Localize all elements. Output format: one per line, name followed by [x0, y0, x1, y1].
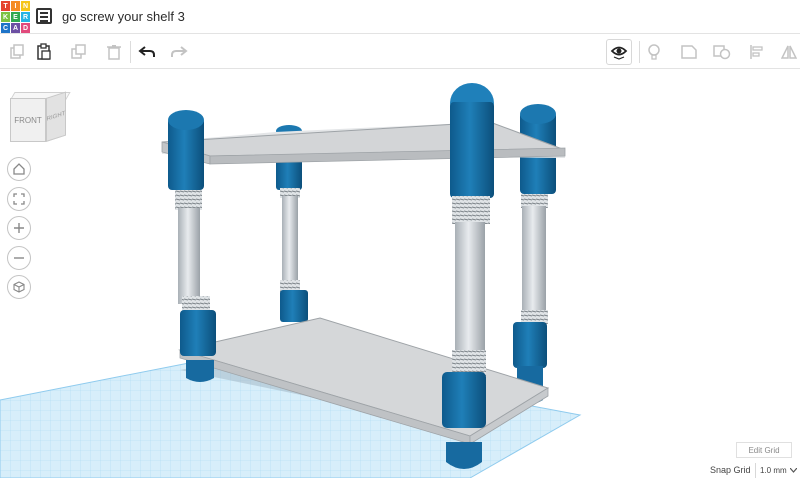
toolbar-separator [639, 41, 640, 63]
zoom-in-button[interactable] [7, 216, 31, 240]
align-icon[interactable] [744, 39, 770, 65]
title-bar: TIN KER CAD go screw your shelf 3 [0, 0, 800, 34]
view-cube[interactable]: FRONT RIGHT [8, 90, 71, 150]
snap-grid-value: 1.0 mm [760, 466, 787, 475]
design-list-icon[interactable] [36, 8, 52, 24]
logo-letter: T [1, 1, 10, 11]
logo-letter: E [11, 12, 20, 22]
light-icon[interactable] [641, 39, 667, 65]
top-shelf[interactable] [161, 121, 566, 165]
logo-letter: I [11, 1, 20, 11]
paste-icon[interactable] [31, 39, 57, 65]
shape-icon[interactable] [676, 39, 702, 65]
workplane-viewport[interactable]: FRONT RIGHT Edit Grid Snap Grid 1.0 mm [0, 70, 800, 478]
zoom-out-button[interactable] [7, 246, 31, 270]
zoom-out-icon [14, 257, 24, 259]
fit-view-button[interactable] [7, 187, 31, 211]
logo-letter: K [1, 12, 10, 22]
home-icon [13, 163, 25, 175]
tinkercad-logo[interactable]: TIN KER CAD [0, 0, 30, 33]
chevron-down-icon [789, 468, 797, 473]
toolbar-separator [130, 41, 131, 63]
design-title[interactable]: go screw your shelf 3 [62, 9, 185, 24]
tinkercad-app: TIN KER CAD go screw your shelf 3 FRONT RI… [0, 0, 800, 478]
redo-icon[interactable] [166, 39, 192, 65]
snap-grid-select[interactable]: 1.0 mm [755, 463, 800, 478]
fit-view-icon [13, 193, 25, 205]
home-view-button[interactable] [7, 157, 31, 181]
zoom-in-icon [14, 223, 24, 233]
logo-letter: C [1, 23, 10, 33]
scene-canvas[interactable] [0, 70, 800, 478]
mirror-icon[interactable] [776, 39, 800, 65]
duplicate-icon[interactable] [66, 39, 92, 65]
edit-toolbar [0, 35, 800, 69]
logo-letter: N [21, 1, 30, 11]
logo-letter: D [21, 23, 30, 33]
undo-icon[interactable] [134, 39, 160, 65]
show-all-icon[interactable] [606, 39, 632, 65]
snap-grid-label: Snap Grid [710, 465, 751, 475]
copy-icon[interactable] [4, 39, 30, 65]
logo-letter: A [11, 23, 20, 33]
view-cube-right[interactable]: RIGHT [46, 91, 66, 142]
logo-letter: R [21, 12, 30, 22]
perspective-icon [13, 281, 25, 293]
view-cube-front[interactable]: FRONT [10, 98, 46, 142]
delete-icon[interactable] [101, 39, 127, 65]
edit-grid-button[interactable]: Edit Grid [736, 442, 792, 458]
group-icon[interactable] [709, 39, 735, 65]
perspective-button[interactable] [7, 275, 31, 299]
